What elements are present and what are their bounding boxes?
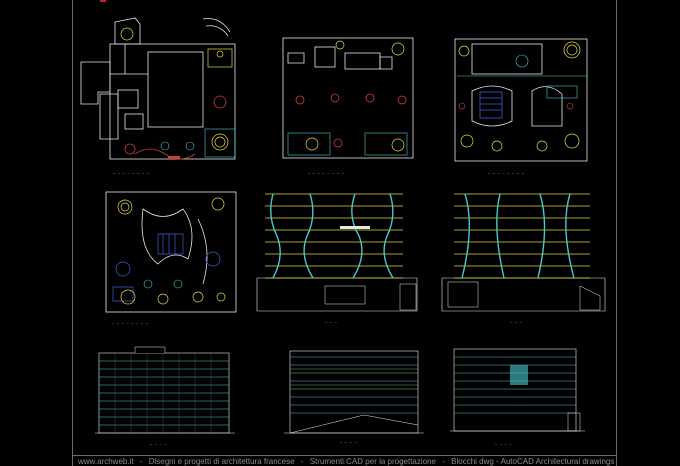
red-title-marker: [100, 0, 106, 2]
footer-credits: www.archweb.it - Disegni e progetti di a…: [78, 457, 618, 466]
footer-item-strumenti[interactable]: Strumenti CAD per la progettazione: [310, 457, 436, 466]
footer-site-link[interactable]: www.archweb.it: [78, 457, 134, 466]
section-a[interactable]: [255, 186, 420, 314]
footer-item-disegni[interactable]: Disegni e progetti di architettura franc…: [149, 457, 295, 466]
section-a-caption: — — —: [325, 320, 338, 324]
plan-ground-floor-caption: — — — — — — — —: [113, 171, 150, 175]
elevation-north[interactable]: [450, 343, 585, 438]
section-b-caption: — — —: [510, 320, 523, 324]
section-b[interactable]: [440, 186, 608, 314]
elevation-east[interactable]: [284, 345, 424, 437]
footer-separator: -: [300, 457, 304, 466]
plan-typical-floor[interactable]: [103, 189, 238, 314]
footer-separator: -: [139, 457, 143, 466]
elevation-east-caption: — — — —: [340, 440, 357, 444]
plan-second-floor[interactable]: [452, 36, 592, 164]
plan-first-floor[interactable]: [280, 35, 415, 161]
footer-item-blocchi[interactable]: Blocchi dwg - AutoCAD Architectural draw…: [451, 457, 614, 466]
elevation-south[interactable]: [95, 343, 235, 438]
plan-first-floor-caption: — — — — — — — —: [308, 171, 345, 175]
elevation-north-caption: — — — —: [495, 442, 512, 446]
elevation-south-caption: — — — —: [150, 442, 167, 446]
footer-rule: [72, 455, 617, 456]
plan-ground-floor[interactable]: [80, 14, 240, 164]
footer-separator: -: [442, 457, 445, 466]
plan-typical-floor-caption: — — — — — — — —: [112, 321, 149, 325]
plan-second-floor-caption: — — — — — — — —: [488, 171, 525, 175]
